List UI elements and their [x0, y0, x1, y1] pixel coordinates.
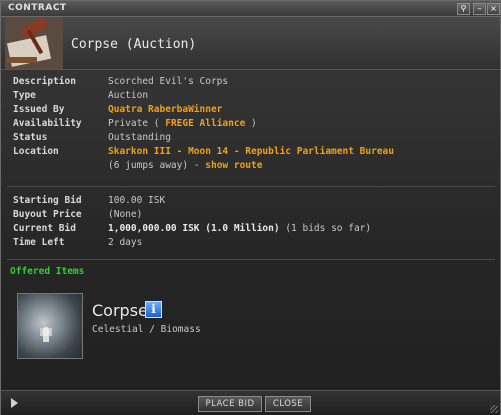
description-label: Description: [13, 76, 76, 87]
buyout-value: (None): [108, 209, 143, 220]
expand-arrow-icon[interactable]: [11, 398, 18, 408]
offered-items-title: Offered Items: [10, 266, 85, 277]
place-bid-button[interactable]: PLACE BID: [198, 396, 262, 412]
pin-icon[interactable]: ⚲: [457, 3, 470, 15]
availability-label: Availability: [13, 118, 82, 129]
jumps-info: (6 jumps away) - show route: [108, 160, 262, 171]
close-icon[interactable]: ×: [487, 3, 500, 15]
footer-bar: PLACE BID CLOSE: [1, 390, 500, 415]
buyout-label: Buyout Price: [13, 209, 82, 220]
current-bid-amount: 1,000,000.00 ISK (1.0 Million): [108, 223, 280, 234]
type-value: Auction: [108, 90, 149, 101]
status-label: Status: [13, 132, 48, 143]
corpse-icon: [40, 327, 52, 342]
location-link[interactable]: Skarkon III - Moon 14 - Republic Parliam…: [108, 146, 394, 157]
availability-suffix: ): [251, 118, 257, 129]
minimize-icon[interactable]: –: [473, 3, 486, 15]
item-name: Corpse: [92, 301, 148, 320]
starting-bid-label: Starting Bid: [13, 195, 82, 206]
location-label: Location: [13, 146, 59, 157]
contract-window: CONTRACT ⚲ – × Corpse (Auction) Descript…: [0, 0, 501, 415]
item-thumbnail[interactable]: [17, 293, 83, 359]
bid-count-note: (1 bids so far): [285, 223, 372, 234]
item-category: Celestial / Biomass: [92, 324, 201, 335]
divider: [7, 186, 495, 187]
close-button[interactable]: CLOSE: [265, 396, 311, 412]
contract-header: Corpse (Auction): [1, 17, 500, 70]
time-left-value: 2 days: [108, 237, 143, 248]
title-bar[interactable]: CONTRACT ⚲ – ×: [1, 1, 500, 17]
jumps-text: (6 jumps away) -: [108, 160, 200, 171]
issuer-link[interactable]: Quatra RaberbaWinner: [108, 104, 222, 115]
status-value: Outstanding: [108, 132, 171, 143]
info-icon[interactable]: i: [145, 301, 162, 318]
issued-by-label: Issued By: [13, 104, 65, 115]
resize-grip[interactable]: [490, 405, 498, 413]
type-label: Type: [13, 90, 36, 101]
current-bid-value: 1,000,000.00 ISK (1.0 Million) (1 bids s…: [108, 223, 371, 234]
contract-title: Corpse (Auction): [71, 37, 197, 52]
show-route-link[interactable]: show route: [205, 160, 262, 171]
availability-prefix: Private (: [108, 118, 160, 129]
availability-value: Private ( FREGE Alliance ): [108, 118, 257, 129]
window-title: CONTRACT: [8, 3, 67, 13]
alliance-link[interactable]: FREGE Alliance: [165, 118, 245, 129]
current-bid-label: Current Bid: [13, 223, 76, 234]
divider: [7, 259, 495, 260]
time-left-label: Time Left: [13, 237, 65, 248]
starting-bid-value: 100.00 ISK: [108, 195, 166, 206]
gavel-icon: [5, 17, 63, 69]
description-value: Scorched Evil's Corps: [108, 76, 229, 87]
